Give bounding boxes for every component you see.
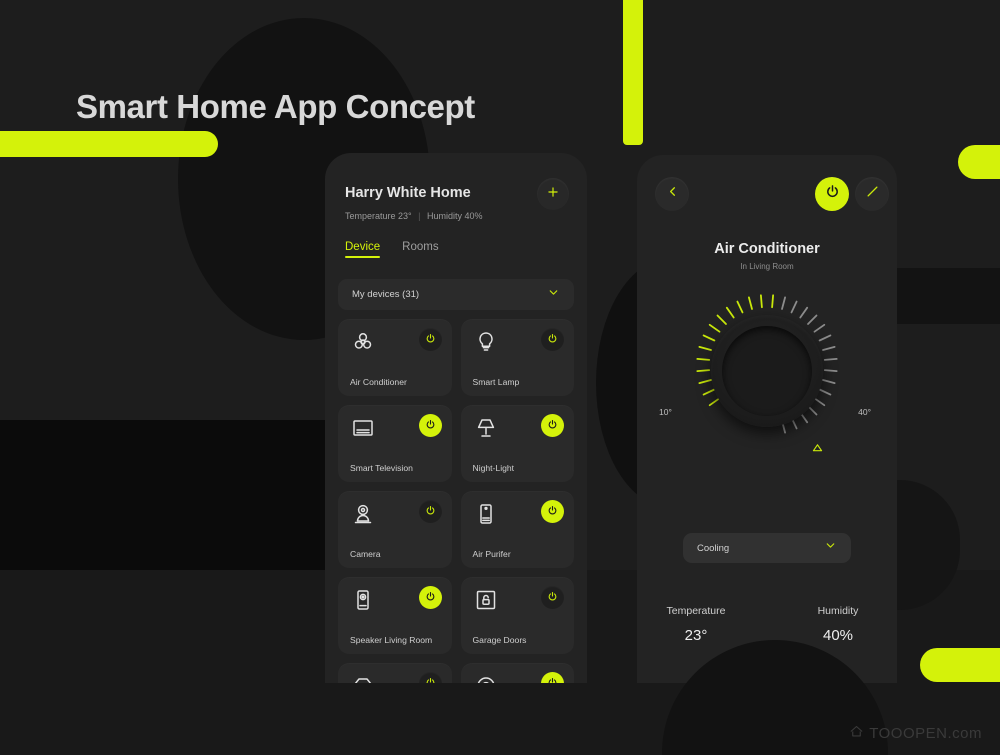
home-humidity: Humidity 40% [427,211,483,221]
power-icon [547,675,558,683]
device-card[interactable]: Air Conditioner [338,319,452,396]
garage-lock-icon [473,588,499,612]
my-devices-dropdown-value: My devices (31) [352,289,420,300]
accent-bar-top [623,0,643,145]
device-card[interactable]: Speaker Living Room [338,577,452,654]
tab-device[interactable]: Device [345,241,381,258]
fan-icon [350,330,376,354]
device-card[interactable]: Garage Doors [460,577,574,654]
power-icon [547,417,558,435]
device-name: Air Conditioner [350,377,407,387]
device-name: Camera [350,549,381,559]
plus-icon [546,185,560,204]
back-button[interactable] [655,177,689,211]
device-card[interactable]: Smart Television [338,405,452,482]
device-power-toggle[interactable] [541,586,564,609]
robot-vacuum-icon [473,674,499,683]
stat-temperature-value: 23° [684,627,708,644]
dial-min-label: 10° [659,407,672,417]
accent-pill-right-top [958,145,1000,179]
mode-dropdown[interactable]: Cooling [683,533,851,563]
television-icon [350,416,376,440]
stat-humidity: Humidity 40% [773,605,897,644]
device-card[interactable]: Camera [338,491,452,568]
pencil-icon [865,184,880,204]
home-stats-divider: | [418,211,421,221]
chevron-down-icon [547,286,560,304]
home-tabs: Device Rooms [345,241,439,258]
speaker-icon [350,588,376,612]
temperature-dial[interactable] [637,283,897,453]
device-card[interactable]: Smart Lamp [460,319,574,396]
device-name: Smart Television [350,463,413,473]
page-title: Smart Home App Concept [76,88,475,125]
detail-device-room: In Living Room [740,262,794,271]
watermark: TOOOPEN.com [849,724,982,743]
stat-humidity-label: Humidity [817,605,859,617]
device-power-button[interactable] [815,177,849,211]
stat-temperature: Temperature 23° [637,605,773,644]
home-temperature: Temperature 23° [345,211,412,221]
power-icon [425,675,436,683]
mode-dropdown-value: Cooling [697,542,730,554]
power-icon [547,589,558,607]
device-power-toggle[interactable] [541,328,564,351]
chevron-left-icon [665,184,680,204]
power-icon [425,417,436,435]
detail-device-title: Air Conditioner [714,241,820,257]
camera-icon [350,502,376,526]
air-purifier-icon [473,502,499,526]
power-icon [547,503,558,521]
watermark-text: TOOOPEN.com [869,725,982,742]
home-stats: Temperature 23° | Humidity 40% [345,211,483,221]
device-power-toggle[interactable] [541,500,564,523]
device-card[interactable] [338,663,452,683]
add-device-button[interactable] [537,178,569,210]
device-power-toggle[interactable] [541,672,564,683]
device-power-toggle[interactable] [418,586,442,609]
stat-temperature-label: Temperature [666,605,726,617]
chevron-down-icon [824,539,837,557]
device-power-toggle[interactable] [418,414,442,437]
home-name: Harry White Home [345,185,471,201]
device-power-toggle[interactable] [418,672,442,683]
device-name: Air Purifer [472,549,511,559]
power-icon [425,331,436,349]
device-name: Night-Light [472,463,515,473]
device-card[interactable]: Air Purifer [460,491,574,568]
tab-rooms[interactable]: Rooms [402,241,438,258]
table-lamp-icon [473,416,499,440]
power-icon [425,589,436,607]
power-icon [547,331,558,349]
dial-knob[interactable] [711,315,823,427]
device-power-toggle[interactable] [418,500,442,523]
device-name: Garage Doors [472,635,527,645]
cloud-home-icon [849,724,864,743]
screenshot-canvas: Smart Home App Concept Harry White Home … [0,0,1000,755]
accent-pill-right-bottom [920,648,1000,682]
bulb-icon [473,330,499,354]
edit-button[interactable] [855,177,889,211]
dial-max-label: 40° [858,407,871,417]
phone-home-screen: Harry White Home Temperature 23° | Humid… [325,153,587,683]
my-devices-dropdown[interactable]: My devices (31) [338,279,574,310]
detail-stats: Temperature 23° Humidity 40% [637,605,897,644]
accent-bar-left [0,131,218,157]
phone-detail-screen: Air Conditioner In Living Room 10° 40° C… [637,155,897,683]
device-name: Smart Lamp [472,377,520,387]
device-grid: Air Conditioner Smart Lamp Smart Televisio… [338,319,574,683]
device-name: Speaker Living Room [350,635,433,645]
device-power-toggle[interactable] [541,414,564,437]
device-card[interactable]: Night-Light [460,405,574,482]
device-card[interactable] [460,663,574,683]
power-icon [825,184,840,204]
power-icon [425,503,436,521]
curtain-icon [350,674,376,683]
device-power-toggle[interactable] [418,328,442,351]
